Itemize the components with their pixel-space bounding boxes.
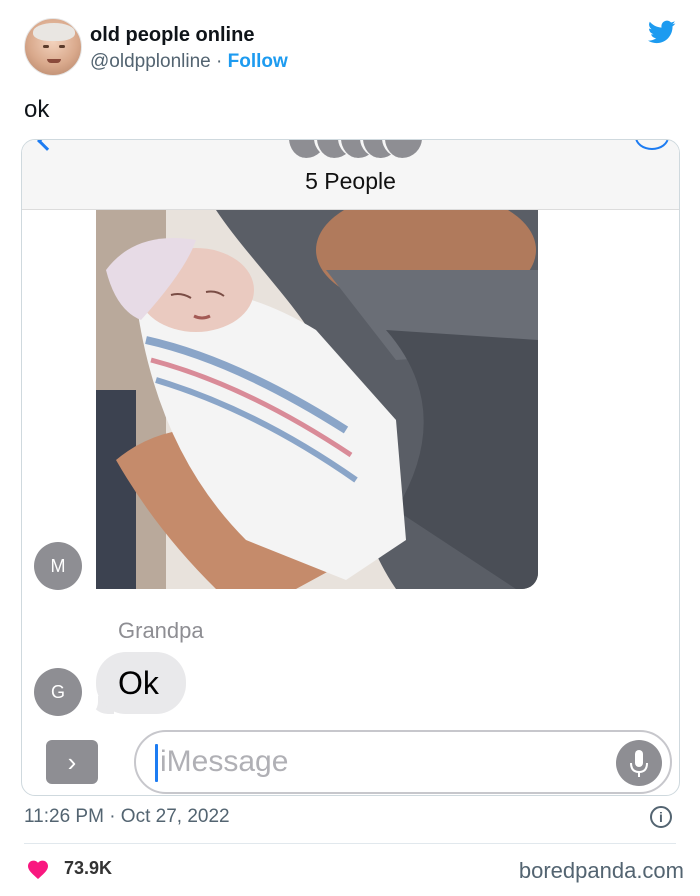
microphone-icon[interactable] — [616, 740, 662, 786]
text-cursor — [155, 744, 158, 782]
tweet-text: ok — [24, 96, 50, 123]
back-chevron-icon[interactable] — [37, 140, 57, 151]
info-icon[interactable]: i — [650, 806, 672, 828]
tweet-timestamp[interactable]: 11:26 PM · Oct 27, 2022 — [24, 806, 230, 828]
avatar-eye-right — [59, 45, 65, 48]
watermark: boredpanda.com — [518, 858, 684, 883]
imessage-input[interactable] — [134, 730, 672, 794]
avatar-eye-left — [43, 45, 49, 48]
microphone-glyph — [630, 750, 648, 777]
contact-avatar-g[interactable]: G — [34, 668, 82, 716]
bubble-tail-mask — [82, 692, 98, 716]
info-circle-icon[interactable] — [635, 140, 669, 150]
imessage-header: 5 People — [22, 140, 679, 210]
like-count[interactable]: 73.9K — [64, 858, 112, 879]
heart-icon[interactable] — [26, 858, 50, 880]
chevron-right-icon[interactable]: › — [46, 740, 98, 784]
received-message-bubble[interactable]: Ok — [96, 652, 186, 714]
twitter-bird-icon[interactable] — [646, 18, 678, 46]
group-title[interactable]: 5 People — [22, 168, 679, 195]
sender-label: Grandpa — [118, 618, 204, 643]
embedded-screenshot[interactable]: 5 People M Grandpa Ok G › — [21, 139, 680, 796]
group-avatars[interactable] — [286, 140, 426, 158]
author-avatar[interactable] — [24, 18, 82, 76]
photo-message[interactable] — [96, 210, 538, 589]
avatar-hair — [33, 23, 75, 41]
follow-button[interactable]: Follow — [228, 51, 288, 72]
newborn-photo — [96, 210, 538, 589]
author-name[interactable]: old people online — [90, 24, 254, 47]
divider — [24, 843, 676, 844]
author-handle-row: @oldpplonline · Follow — [90, 51, 288, 73]
author-handle[interactable]: @oldpplonline — [90, 51, 211, 72]
contact-avatar-m[interactable]: M — [34, 542, 82, 590]
handle-separator: · — [210, 51, 228, 72]
avatar-mouth — [47, 59, 61, 63]
